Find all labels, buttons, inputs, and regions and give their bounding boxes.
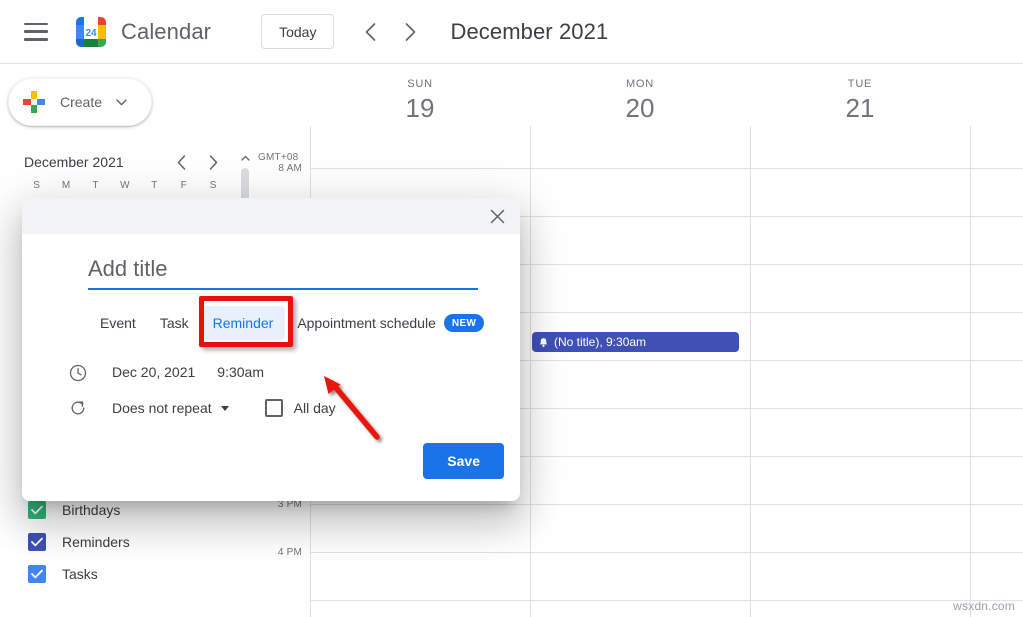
chevron-left-icon xyxy=(177,154,185,170)
event-datetime-row: Dec 20, 2021 9:30am xyxy=(106,361,270,383)
create-button-label: Create xyxy=(60,94,103,110)
calendar-label: Tasks xyxy=(62,566,98,582)
day-of-week-label: TUE xyxy=(847,78,873,90)
mini-dow-4: T xyxy=(151,180,158,191)
mini-calendar-month: December 2021 xyxy=(24,154,124,170)
mini-dow-5: F xyxy=(180,180,188,191)
chevron-down-icon xyxy=(116,93,127,111)
repeat-dropdown[interactable]: Does not repeat xyxy=(106,396,235,420)
create-button[interactable]: Create xyxy=(8,78,152,126)
dialog-type-tabs: Event Task Reminder Appointment schedule… xyxy=(88,306,496,340)
checkbox-checked-icon[interactable] xyxy=(28,501,46,519)
app-title: Calendar xyxy=(121,18,212,44)
event-repeat-row: Does not repeat All day xyxy=(106,396,336,420)
day-headers: SUN 19 MON 20 TUE 21 xyxy=(250,64,1023,145)
mini-dow-3: W xyxy=(120,180,130,191)
day-header-sun[interactable]: SUN 19 xyxy=(310,64,530,145)
checkbox-checked-icon[interactable] xyxy=(28,533,46,551)
event-title: (No title), 9:30am xyxy=(554,335,647,349)
day-of-week-label: MON xyxy=(625,78,655,90)
day-number: 21 xyxy=(845,93,875,123)
previous-period-button[interactable] xyxy=(354,16,386,48)
dialog-header xyxy=(22,198,520,234)
google-plus-icon xyxy=(23,91,45,113)
all-day-toggle[interactable]: All day xyxy=(264,399,336,417)
watermark: wsxdn.com xyxy=(953,599,1015,613)
all-day-label: All day xyxy=(293,400,336,416)
tab-event[interactable]: Event xyxy=(88,306,148,340)
google-calendar-app: 24 Calendar Today December 2021 Create D… xyxy=(0,0,1023,617)
calendar-item-reminders[interactable]: Reminders xyxy=(0,526,238,558)
chevron-right-icon xyxy=(209,154,217,170)
chevron-up-icon[interactable] xyxy=(241,148,250,166)
calendar-logo: 24 xyxy=(74,15,108,49)
next-period-button[interactable] xyxy=(394,16,426,48)
chevron-left-icon xyxy=(365,22,376,41)
date-nav-arrows xyxy=(354,16,426,48)
repeat-icon xyxy=(66,396,90,420)
logo-day-number: 24 xyxy=(85,28,97,39)
day-number: 19 xyxy=(405,93,435,123)
new-badge: NEW xyxy=(443,314,485,332)
tab-appointment-schedule[interactable]: Appointment schedule NEW xyxy=(285,306,496,340)
mini-calendar-nav xyxy=(168,149,226,175)
calendar-label: Reminders xyxy=(62,534,130,550)
day-of-week-label: SUN xyxy=(407,78,433,90)
tab-appointment-schedule-label: Appointment schedule xyxy=(297,315,436,331)
calendar-label: Birthdays xyxy=(62,502,121,518)
day-header-mon[interactable]: MON 20 xyxy=(530,64,750,145)
mini-dow-6: S xyxy=(209,180,217,191)
hamburger-menu-icon[interactable] xyxy=(24,22,48,41)
tab-reminder[interactable]: Reminder xyxy=(200,306,286,340)
close-dialog-button[interactable] xyxy=(482,201,512,231)
event-title-input[interactable] xyxy=(88,254,478,290)
create-event-dialog: Event Task Reminder Appointment schedule… xyxy=(22,198,520,501)
chevron-right-icon xyxy=(405,22,416,41)
mini-dow-0: S xyxy=(33,180,41,191)
event-time-button[interactable]: 9:30am xyxy=(211,361,270,383)
day-header-tue[interactable]: TUE 21 xyxy=(750,64,970,145)
hour-label-8am: 8 AM xyxy=(278,163,302,174)
calendar-item-tasks[interactable]: Tasks xyxy=(0,558,238,590)
calendar-checkbox-list: Birthdays Reminders Tasks xyxy=(0,494,238,590)
mini-calendar-prev-button[interactable] xyxy=(168,149,194,175)
mini-dow-1: M xyxy=(61,180,71,191)
calendar-event-chip[interactable]: (No title), 9:30am xyxy=(532,332,739,352)
save-button[interactable]: Save xyxy=(423,443,504,479)
today-button[interactable]: Today xyxy=(261,14,335,49)
chevron-down-icon xyxy=(220,405,229,411)
mini-calendar-day-initials: S M T W T F S xyxy=(22,180,228,191)
reminder-bell-icon xyxy=(538,337,549,348)
top-app-bar: 24 Calendar Today December 2021 xyxy=(0,0,1023,64)
mini-calendar-header: December 2021 xyxy=(0,146,238,178)
mini-calendar-next-button[interactable] xyxy=(200,149,226,175)
hour-label-4pm: 4 PM xyxy=(277,547,302,558)
event-date-button[interactable]: Dec 20, 2021 xyxy=(106,361,201,383)
all-day-checkbox[interactable] xyxy=(264,399,283,417)
google-calendar-logo-icon: 24 xyxy=(76,16,106,47)
clock-icon xyxy=(66,361,90,385)
day-number: 20 xyxy=(625,93,655,123)
checkbox-checked-icon[interactable] xyxy=(28,565,46,583)
close-icon xyxy=(490,209,504,223)
repeat-dropdown-label: Does not repeat xyxy=(112,400,212,416)
tab-task[interactable]: Task xyxy=(148,306,201,340)
mini-dow-2: T xyxy=(92,180,99,191)
current-month-title: December 2021 xyxy=(450,18,609,44)
